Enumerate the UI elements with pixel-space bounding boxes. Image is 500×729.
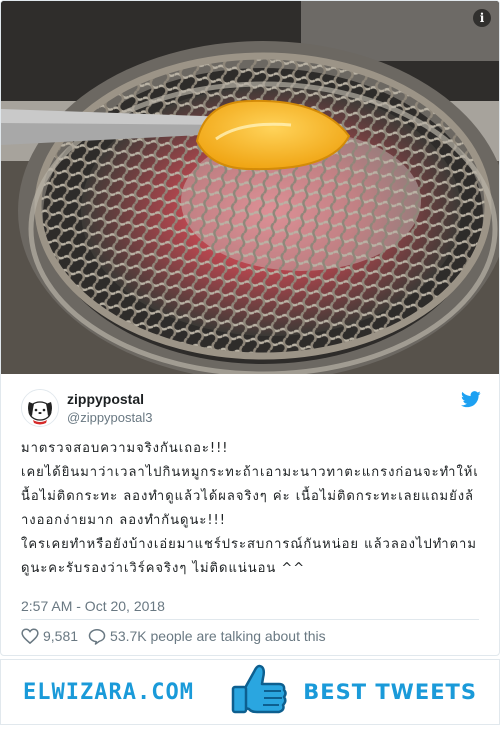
thumbs-up-icon [231,664,287,714]
author-name[interactable]: zippypostal [67,391,144,407]
site-banner: ELWIZARA.COM BEST TWEETS [0,659,500,725]
like-count[interactable]: 9,581 [43,628,78,644]
tweet-header: zippypostal @zippypostal3 [1,374,499,430]
author-handle[interactable]: @zippypostal3 [67,410,152,425]
tweet-photo[interactable]: i [1,1,499,374]
site-name[interactable]: ELWIZARA.COM [23,680,194,705]
best-tweets-label: BEST TWEETS [303,680,477,704]
heart-icon[interactable] [21,628,39,644]
speech-bubble-icon[interactable] [88,628,106,645]
info-icon[interactable]: i [473,9,491,27]
divider [21,619,479,620]
tweet-embed-card: i zippypostal @zippypostal3 มาตรวจสอบควา… [0,0,500,656]
tweet-text: มาตรวจสอบความจริงกันเถอะ!!! เคยได้ยินมาว… [21,441,479,576]
tweet-stats: 9,581 53.7K people are talking about thi… [21,626,326,646]
grill-photo-image [1,1,499,374]
talking-count[interactable]: 53.7K people are talking about this [110,628,326,644]
tweet-timestamp[interactable]: 2:57 AM - Oct 20, 2018 [21,598,165,614]
twitter-bird-icon[interactable] [461,391,481,408]
pochacco-avatar-icon[interactable] [21,389,59,427]
